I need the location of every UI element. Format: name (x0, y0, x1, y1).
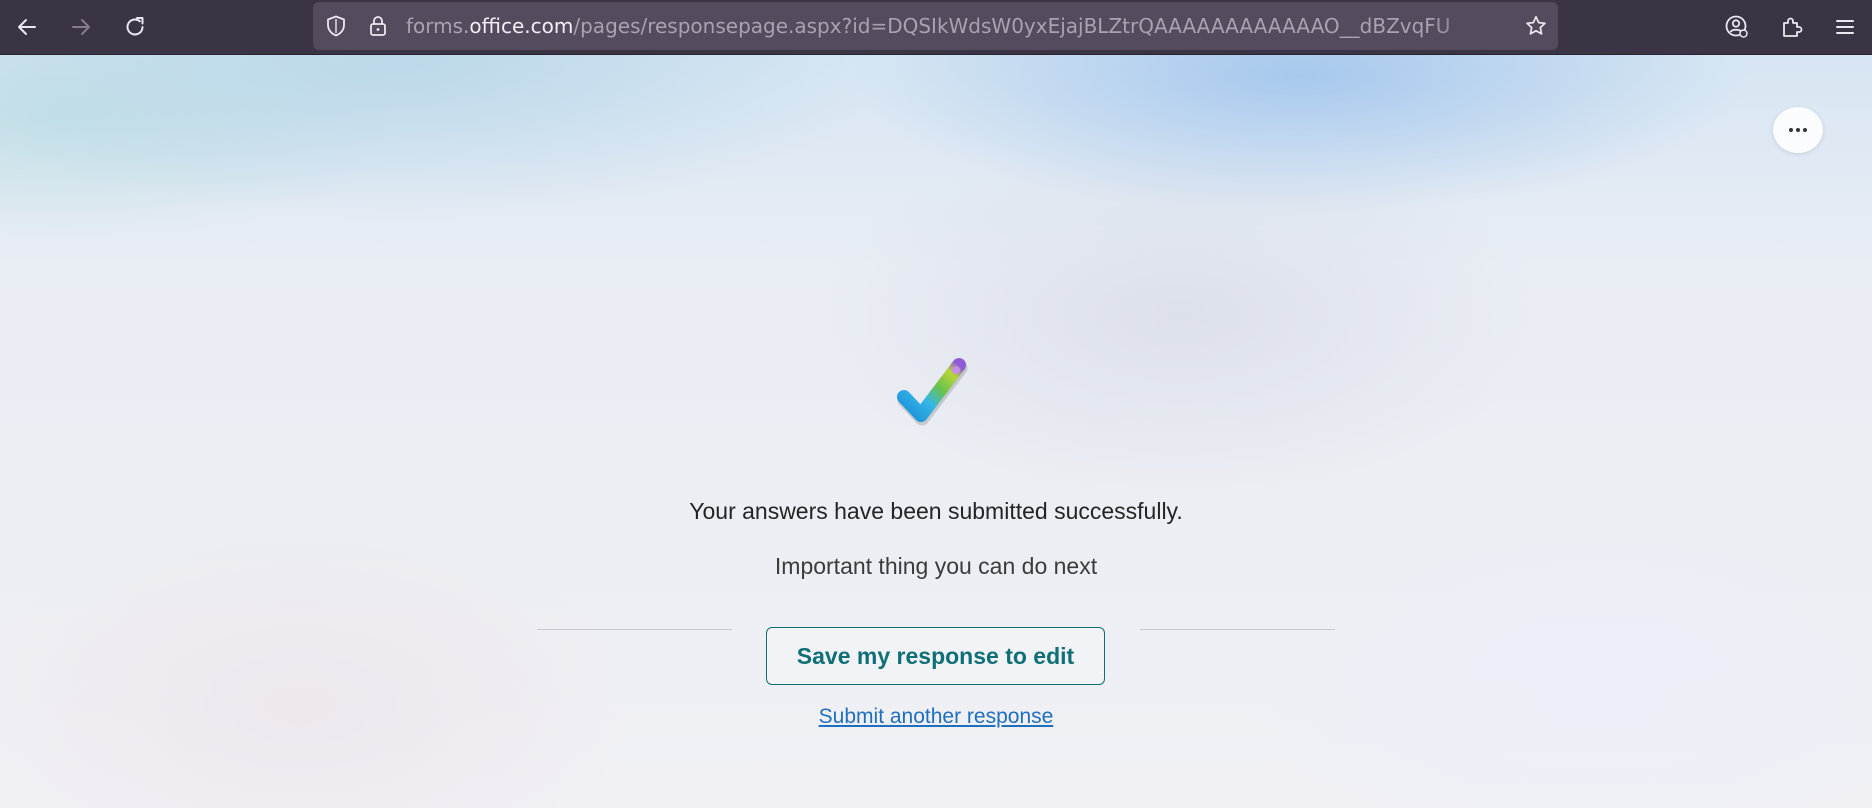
url-path: /pages/responsepage.aspx?id=DQSIkWdsW0yx… (573, 14, 1451, 38)
star-icon[interactable] (1524, 14, 1548, 38)
hamburger-menu-icon (1836, 20, 1854, 34)
browser-toolbar: forms.office.com/pages/responsepage.aspx… (0, 0, 1872, 55)
submit-another-link-text[interactable]: Submit another response (819, 705, 1054, 728)
puzzle-icon (1783, 17, 1803, 37)
checkmark-icon (897, 358, 968, 426)
divider-right (1140, 629, 1335, 630)
account-button[interactable] (1718, 8, 1756, 46)
back-button[interactable] (8, 8, 46, 46)
submit-another-response-link: Submit another response (0, 703, 1872, 731)
reload-button[interactable] (116, 8, 154, 46)
account-icon (1725, 15, 1748, 38)
lock-icon[interactable] (366, 14, 390, 38)
url-prefix: forms. (406, 14, 470, 38)
extensions-button[interactable] (1772, 8, 1810, 46)
url-host: office.com (469, 14, 574, 38)
reload-icon (126, 17, 144, 36)
next-steps-heading: Important thing you can do next (774, 553, 1098, 579)
more-options-button[interactable] (1773, 107, 1823, 153)
more-options-icon (1789, 128, 1807, 132)
divider-left (537, 629, 732, 630)
url-bar[interactable]: forms.office.com/pages/responsepage.aspx… (313, 2, 1558, 50)
save-response-button[interactable]: Save my response to edit (766, 627, 1105, 685)
shield-icon[interactable] (324, 14, 348, 38)
back-arrow-icon (18, 19, 36, 35)
url-text[interactable]: forms.office.com/pages/responsepage.aspx… (406, 2, 1506, 50)
success-message: Your answers have been submitted success… (689, 498, 1183, 524)
app-menu-button[interactable] (1826, 8, 1864, 46)
forms-response-page: Your answers have been submitted success… (0, 55, 1872, 808)
forward-button[interactable] (62, 8, 100, 46)
forward-arrow-icon (72, 19, 90, 35)
